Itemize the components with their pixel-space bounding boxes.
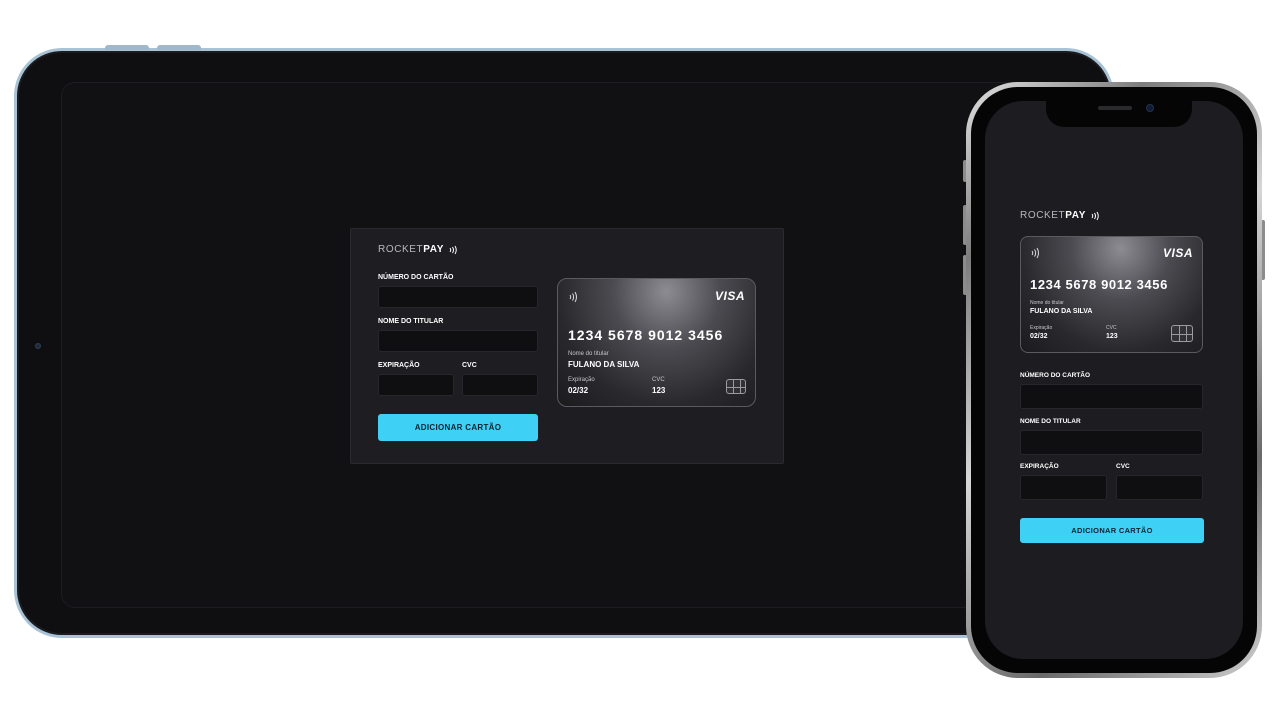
card-holder-caption: Nome do titular (568, 351, 609, 357)
card-brand-logo: VISA (1162, 246, 1193, 260)
cvc-input[interactable] (1116, 475, 1203, 500)
card-holder-name: FULANO DA SILVA (1030, 308, 1093, 315)
rocketpay-logo: ROCKET PAY (1020, 210, 1101, 221)
card-holder-label: NOME DO TITULAR (378, 318, 444, 325)
card-expiration-caption: Expiração (568, 377, 595, 383)
card-number-display: 1234 5678 9012 3456 (568, 327, 724, 343)
card-number-label: NÚMERO DO CARTÃO (378, 274, 454, 281)
phone-speaker (1098, 106, 1132, 110)
card-preview: VISA 1234 5678 9012 3456 Nome do titular… (1020, 236, 1203, 353)
tablet-volume-button (157, 45, 201, 50)
contactless-icon (449, 245, 457, 254)
card-number-display: 1234 5678 9012 3456 (1030, 277, 1168, 292)
card-expiration-value: 02/32 (1030, 333, 1048, 340)
card-expiration-value: 02/32 (568, 386, 589, 395)
expiration-label: EXPIRAÇÃO (378, 362, 420, 369)
expiration-input[interactable] (378, 374, 454, 396)
expiration-label: EXPIRAÇÃO (1020, 463, 1059, 470)
card-cvc-value: 123 (652, 386, 666, 395)
card-preview: VISA 1234 5678 9012 3456 Nome do titular… (557, 278, 756, 407)
phone-bezel: ROCKET PAY VISA 1234 5678 9012 3456 Nome… (971, 87, 1257, 673)
card-brand-logo: VISA (714, 289, 745, 303)
card-holder-name: FULANO DA SILVA (568, 360, 640, 369)
card-cvc-caption: CVC (652, 377, 665, 383)
rocketpay-logo: ROCKET PAY (378, 244, 459, 255)
logo-text-light: ROCKET (1020, 210, 1066, 221)
tablet-camera (35, 343, 41, 349)
chip-icon (1171, 325, 1193, 342)
card-holder-label: NOME DO TITULAR (1020, 418, 1081, 425)
phone-camera (1146, 104, 1154, 112)
card-holder-input[interactable] (378, 330, 538, 352)
device-mockup-stage: ROCKET PAY NÚMERO DO CARTÃO NOME DO TITUL… (0, 0, 1280, 720)
tablet-volume-button (105, 45, 149, 50)
cvc-label: CVC (1116, 463, 1130, 470)
add-card-button[interactable]: ADICIONAR CARTÃO (1020, 518, 1204, 543)
cvc-label: CVC (462, 362, 477, 369)
contactless-icon (1031, 247, 1039, 259)
add-card-button[interactable]: ADICIONAR CARTÃO (378, 414, 538, 441)
contactless-icon (569, 291, 577, 303)
card-holder-caption: Nome do titular (1030, 300, 1064, 306)
card-number-input[interactable] (378, 286, 538, 308)
payment-panel: ROCKET PAY NÚMERO DO CARTÃO NOME DO TITUL… (350, 228, 784, 464)
logo-text-bold: PAY (423, 244, 444, 255)
expiration-input[interactable] (1020, 475, 1107, 500)
logo-text-light: ROCKET (378, 244, 424, 255)
card-cvc-caption: CVC (1106, 325, 1117, 331)
card-cvc-value: 123 (1106, 333, 1118, 340)
card-expiration-caption: Expiração (1030, 325, 1053, 331)
card-holder-input[interactable] (1020, 430, 1203, 455)
chip-icon (726, 379, 746, 394)
logo-text-bold: PAY (1065, 210, 1086, 221)
phone-screen: ROCKET PAY VISA 1234 5678 9012 3456 Nome… (985, 101, 1243, 659)
card-number-input[interactable] (1020, 384, 1203, 409)
phone-notch (1046, 101, 1192, 127)
card-number-label: NÚMERO DO CARTÃO (1020, 372, 1091, 379)
cvc-input[interactable] (462, 374, 538, 396)
contactless-icon (1091, 211, 1099, 220)
phone-device: ROCKET PAY VISA 1234 5678 9012 3456 Nome… (966, 82, 1262, 678)
